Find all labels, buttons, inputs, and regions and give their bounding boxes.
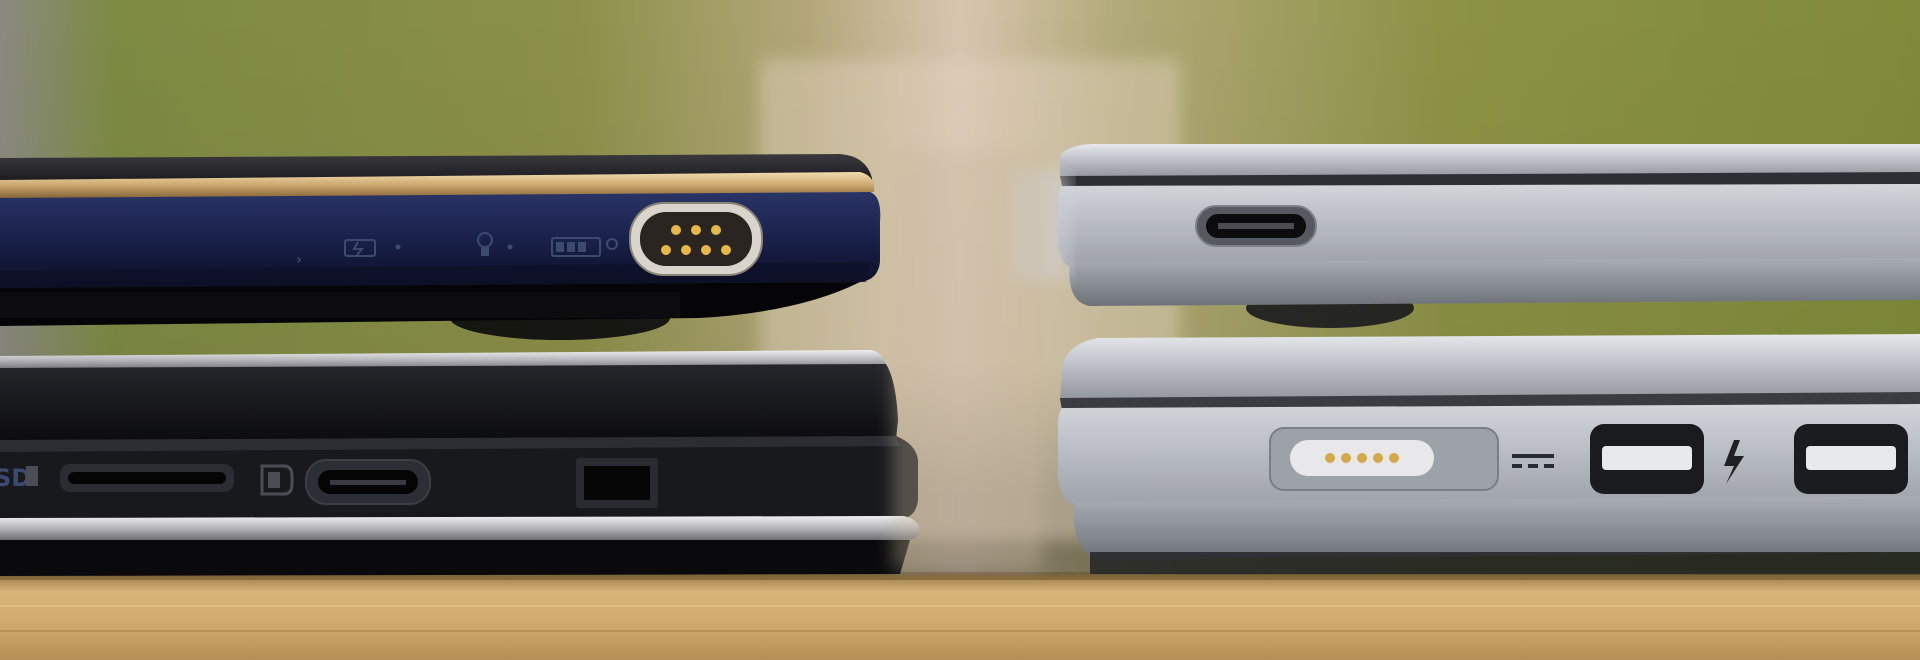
magsafe-port — [1269, 427, 1499, 491]
hinge-texture — [0, 292, 680, 318]
indicator-dot — [507, 244, 513, 250]
center-gap-haze — [892, 150, 1042, 570]
table-surface — [0, 572, 1920, 660]
left-bottom-laptop: SD — [0, 350, 920, 576]
left-top-laptop: › — [0, 154, 881, 340]
sd-card-slot — [60, 464, 234, 492]
right-bottom-laptop — [1058, 334, 1920, 574]
thunderbolt-port — [1794, 424, 1908, 494]
right-top-laptop — [1010, 144, 1920, 328]
chevron-mark: › — [296, 252, 302, 268]
usb-c-port — [305, 459, 431, 505]
photo-canvas: › SD — [0, 0, 1920, 660]
laptop-comparison-photo: › SD — [0, 0, 1920, 660]
lock-slot — [576, 458, 658, 508]
usb-c-port — [1195, 205, 1317, 247]
thunderbolt-port — [1590, 424, 1704, 494]
magnetic-charging-port — [629, 202, 763, 276]
indicator-dot — [395, 244, 401, 250]
sd-card-icon — [26, 466, 38, 486]
